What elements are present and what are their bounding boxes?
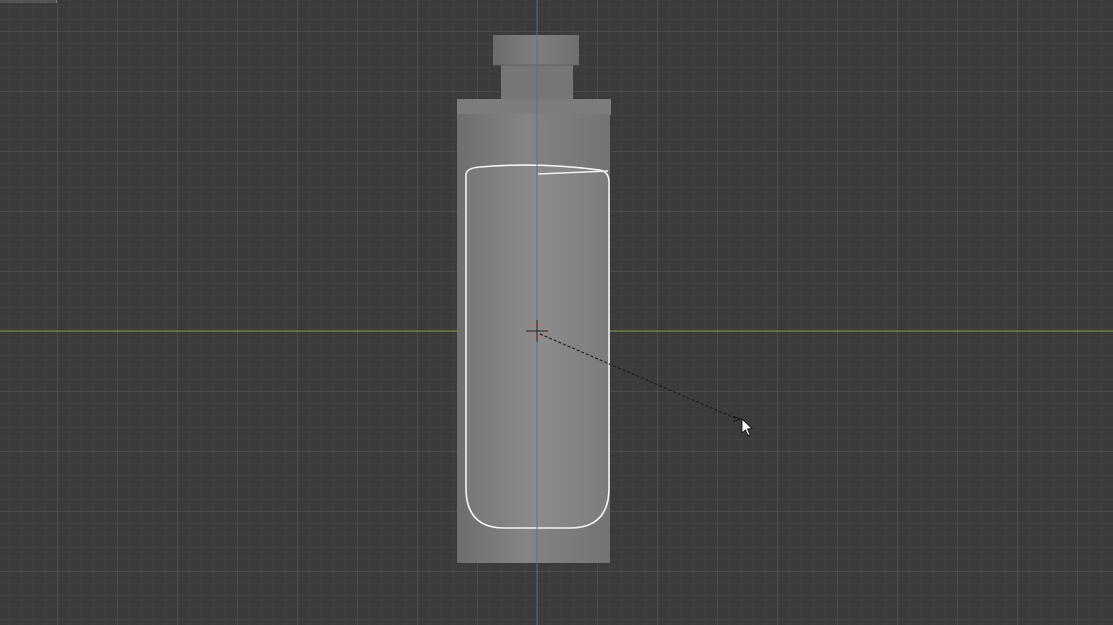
viewport-scene[interactable] (0, 0, 1113, 625)
bottle-mesh[interactable] (457, 35, 611, 563)
bottle-shoulder[interactable] (457, 99, 611, 115)
mouse-pointer-icon (741, 417, 754, 437)
transform-arrow-icon (732, 415, 742, 423)
bottle-cap-top[interactable] (493, 35, 579, 65)
3d-viewport[interactable] (0, 0, 1113, 625)
